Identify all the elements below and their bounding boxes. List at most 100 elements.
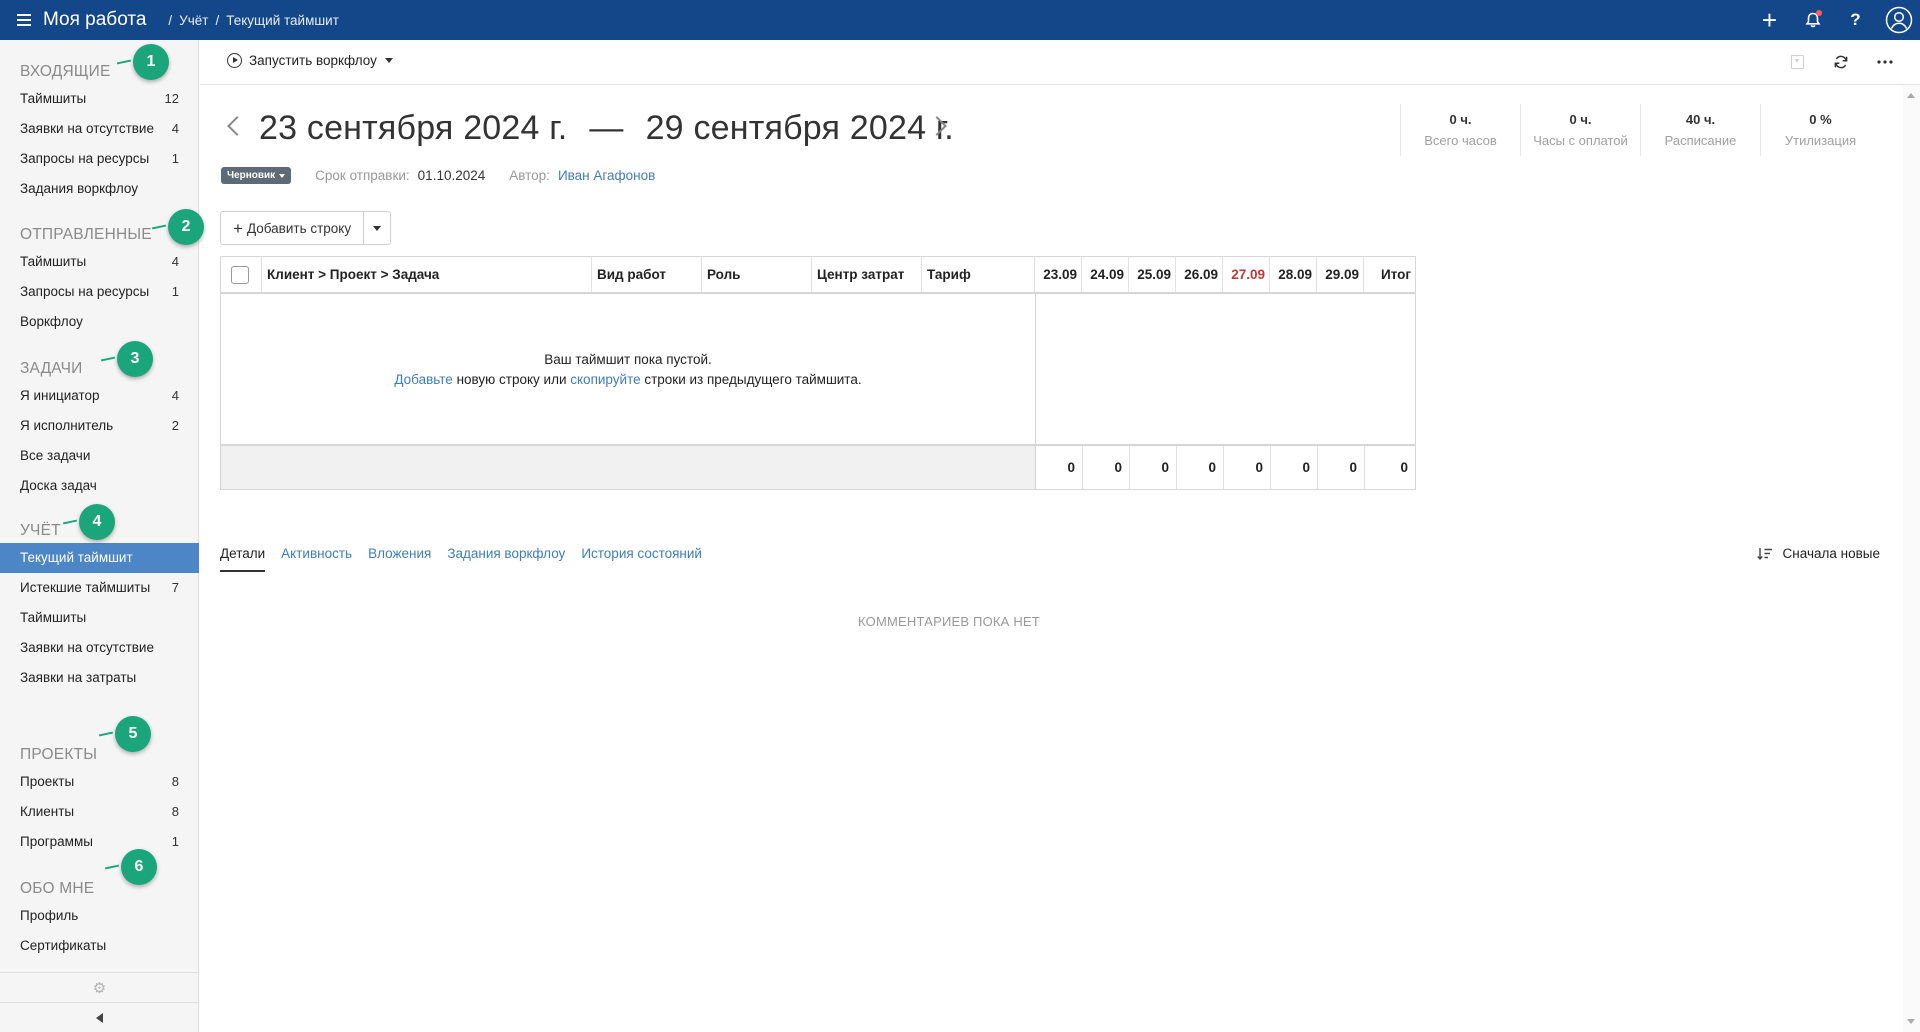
sidebar-heading: ОБО МНЕ [20, 880, 95, 897]
stat-billable-hours: 0 ч. Часы с оплатой [1520, 104, 1640, 156]
stat-value: 40 ч. [1685, 112, 1716, 127]
sort-order-button[interactable]: Сначала новые [1756, 546, 1880, 561]
chevron-down-icon [279, 173, 286, 178]
previous-period-icon[interactable] [227, 116, 247, 136]
sidebar-item-tasks-initiator[interactable]: Я инициатор 4 [0, 381, 199, 411]
sidebar-item-sent-timesheets[interactable]: Таймшиты 4 [0, 247, 199, 277]
callout-2: 2 [168, 209, 204, 245]
tab-state-history[interactable]: История состояний [581, 546, 702, 572]
scroll-down-icon[interactable] [1907, 1019, 1915, 1024]
sidebar-item-label: Проекты [20, 774, 75, 789]
scroll-up-icon[interactable] [1907, 93, 1915, 98]
tab-details[interactable]: Детали [220, 546, 266, 572]
sidebar-item-profile[interactable]: Профиль [0, 901, 199, 931]
add-row-button[interactable]: + Добавить строку [221, 212, 363, 244]
column-header-day: 24.09 [1082, 257, 1129, 292]
period-title: 23 сентября 2024 г. — 29 сентября 2024 г. [259, 109, 954, 148]
sidebar-item-expired-timesheets[interactable]: Истекшие таймшиты 7 [0, 573, 199, 603]
column-header-total: Итог [1380, 267, 1411, 282]
grid-totals-row: 0 0 0 0 0 0 0 0 [221, 444, 1415, 489]
column-header-cost-center[interactable]: Центр затрат [812, 257, 922, 292]
sidebar-section-sent: ОТПРАВЛЕННЫЕ Таймшиты 4 Запросы на ресурс… [0, 223, 199, 337]
menu-icon[interactable] [17, 11, 31, 29]
sidebar-item-label: Заявки на отсутствие [20, 121, 154, 136]
sidebar-item-inbox-workflow-tasks[interactable]: Задания воркфлоу [0, 174, 199, 204]
stat-label: Утилизация [1784, 133, 1857, 148]
status-badge-label: Черновик [227, 170, 276, 181]
scrollbar[interactable] [1903, 85, 1920, 1032]
start-workflow-button[interactable]: Запустить воркфлоу [227, 53, 393, 68]
sidebar-item-label: Текущий таймшит [20, 550, 133, 565]
callout-5: 5 [115, 716, 151, 752]
status-badge[interactable]: Черновик [221, 167, 292, 184]
count-badge: 1 [171, 834, 179, 849]
help-icon[interactable]: ? [1834, 0, 1877, 40]
sidebar-heading: ПРОЕКТЫ [20, 746, 98, 763]
sidebar-item-tasks-all[interactable]: Все задачи [0, 441, 199, 471]
column-header-role[interactable]: Роль [702, 257, 812, 292]
sidebar-item-inbox-resource-requests[interactable]: Запросы на ресурсы 1 [0, 144, 199, 174]
sidebar-item-clients[interactable]: Клиенты 8 [0, 797, 199, 827]
add-row-group: + Добавить строку [220, 211, 392, 245]
total-cell-grand: 0 [1364, 446, 1415, 489]
sidebar-section-projects: ПРОЕКТЫ Проекты 8 Клиенты 8 Программы 1 [0, 743, 199, 857]
sidebar-item-inbox-timesheets[interactable]: Таймшиты 12 [0, 84, 199, 114]
more-icon[interactable] [1870, 48, 1900, 76]
count-badge: 2 [171, 418, 179, 433]
sidebar: ВХОДЯЩИЕ Таймшиты 12 Заявки на отсутствие… [0, 40, 204, 1032]
sidebar-item-inbox-absence[interactable]: Заявки на отсутствие 4 [0, 114, 199, 144]
user-icon[interactable] [1877, 0, 1920, 40]
sidebar-item-absence-requests[interactable]: Заявки на отсутствие [0, 633, 199, 663]
copy-rows-link[interactable]: скопируйте [570, 372, 640, 387]
timesheet-meta: Черновик Срок отправки: 01.10.2024 Автор… [221, 167, 655, 184]
total-cell: 0 [1035, 446, 1082, 489]
refresh-icon[interactable] [1826, 48, 1856, 76]
sidebar-item-current-timesheet[interactable]: Текущий таймшит [0, 543, 199, 573]
total-cell: 0 [1082, 446, 1129, 489]
tab-activity[interactable]: Активность [281, 546, 352, 572]
sidebar-item-label: Задания воркфлоу [20, 181, 138, 196]
sidebar-item-sent-resource-requests[interactable]: Запросы на ресурсы 1 [0, 277, 199, 307]
app-title[interactable]: Моя работа [43, 9, 146, 31]
total-cell: 0 [1270, 446, 1317, 489]
count-badge: 7 [171, 580, 179, 595]
stat-value: 0 % [1809, 112, 1832, 127]
sidebar-item-label: Все задачи [20, 448, 91, 463]
collapse-sidebar-icon[interactable] [0, 1002, 199, 1032]
sidebar-heading: ВХОДЯЩИЕ [20, 63, 111, 80]
count-badge: 4 [171, 121, 179, 136]
column-header-task[interactable]: Клиент > Проект > Задача [262, 257, 592, 292]
timesheet-stats: 0 ч. Всего часов 0 ч. Часы с оплатой 40 ч.… [1400, 104, 1880, 156]
breadcrumb-item-accounting[interactable]: Учёт [179, 13, 208, 28]
sidebar-item-tasks-assignee[interactable]: Я исполнитель 2 [0, 411, 199, 441]
callout-1: 1 [133, 44, 169, 80]
add-row-link[interactable]: Добавьте [394, 372, 452, 387]
column-header-rate[interactable]: Тариф [922, 257, 1035, 292]
sidebar-item-expense-requests[interactable]: Заявки на затраты [0, 663, 199, 693]
add-row-dropdown[interactable] [363, 212, 390, 244]
tab-workflow-tasks[interactable]: Задания воркфлоу [447, 546, 565, 572]
add-row-label: Добавить строку [246, 220, 352, 236]
count-badge: 12 [164, 91, 179, 106]
bell-icon[interactable] [1791, 0, 1834, 40]
select-all-checkbox[interactable] [231, 266, 249, 284]
plus-icon[interactable]: + [1748, 0, 1791, 40]
sidebar-item-projects[interactable]: Проекты 8 [0, 767, 199, 797]
sidebar-item-label: Таймшиты [20, 254, 87, 269]
sidebar-item-sent-workflow[interactable]: Воркфлоу [0, 307, 199, 337]
column-header-work-type[interactable]: Вид работ [592, 257, 702, 292]
tab-attachments[interactable]: Вложения [368, 546, 431, 572]
stat-label: Расписание [1664, 133, 1737, 148]
sort-label: Сначала новые [1782, 546, 1880, 561]
callout-4: 4 [79, 504, 115, 540]
sidebar-item-timesheets[interactable]: Таймшиты [0, 603, 199, 633]
sidebar-item-programs[interactable]: Программы 1 [0, 827, 199, 857]
export-icon[interactable] [1782, 48, 1812, 76]
breadcrumb: / Учёт / Текущий таймшит [168, 13, 339, 28]
sidebar-item-tasks-board[interactable]: Доска задач [0, 471, 199, 501]
author-link[interactable]: Иван Агафонов [558, 168, 655, 183]
sidebar-item-certificates[interactable]: Сертификаты [0, 931, 199, 961]
settings-gear-icon[interactable]: ⚙ [0, 972, 199, 1002]
chevron-down-icon [384, 58, 393, 63]
due-date-label: Срок отправки: [315, 168, 410, 183]
